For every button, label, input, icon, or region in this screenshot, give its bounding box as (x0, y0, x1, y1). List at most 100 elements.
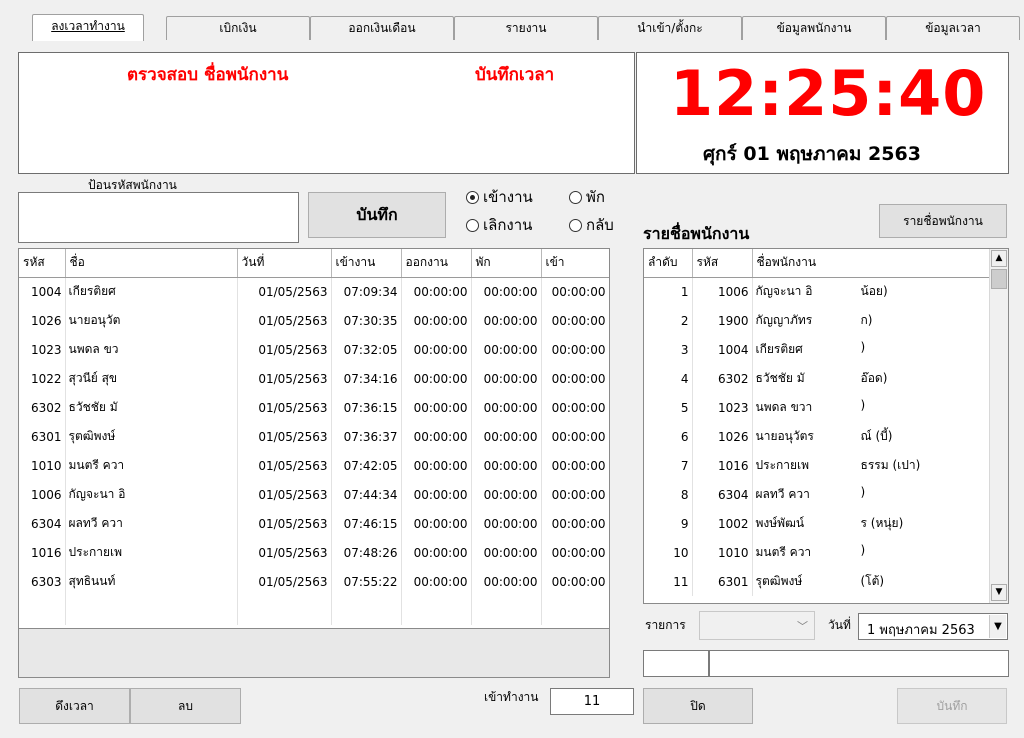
list-item[interactable]: 10 1010 มนตรี ควา) (644, 538, 990, 567)
radio-dot-icon (466, 190, 479, 204)
table-cell: 01/05/2563 (237, 335, 332, 364)
scroll-thumb[interactable] (991, 269, 1007, 289)
list-item[interactable]: 11 6301 รุตฒิพงษ์ (โต้) (644, 567, 990, 596)
tab-time-data[interactable]: ข้อมูลเวลา (886, 16, 1020, 40)
name-cell-nickname: ณ์ (บี้) (860, 429, 893, 443)
table-cell: 00:00:00 (401, 538, 472, 567)
table-cell: 01/05/2563 (237, 451, 332, 480)
list-item[interactable]: 6 1026 นายอนุวัตร ณ์ (บี้) (644, 422, 990, 451)
tab-report[interactable]: รายงาน (454, 16, 598, 40)
table-cell: 07:34:16 (331, 364, 402, 393)
work-count-label: เข้าทำงาน (484, 690, 539, 704)
name-cell-nickname: ) (860, 398, 866, 412)
employee-list-button[interactable]: รายชื่อพนักงาน (879, 204, 1007, 238)
close-button[interactable]: ปิด (643, 688, 753, 724)
date-picker[interactable]: 1 พฤษภาคม 2563 ▼ (858, 613, 1008, 640)
employee-list-grid[interactable]: ลำดับ รหัส ชื่อพนักงาน 1 1006 กัญจะนา อิ น้อย… (643, 248, 1009, 604)
employee-column-header[interactable]: ลำดับ (644, 249, 693, 278)
list-item[interactable]: 3 1004 เกียรติยศ) (644, 335, 990, 364)
attendance-column-header[interactable]: รหัส (19, 249, 66, 278)
item-select[interactable]: ﹀ (699, 611, 815, 640)
order-cell: 8 (644, 480, 693, 509)
table-cell (237, 596, 332, 625)
order-cell: 3 (644, 335, 693, 364)
table-row[interactable]: 1022 สุวนีย์ สุข 01/05/2563 07:34:16 00:00:0… (19, 364, 609, 393)
tab-payroll[interactable]: ออกเงินเดือน (310, 16, 454, 40)
radio-clock-out-label: เลิกงาน (483, 216, 533, 234)
attendance-column-header[interactable]: เข้างาน (331, 249, 402, 278)
name-cell-nickname: น้อย) (860, 284, 888, 299)
table-cell: 01/05/2563 (237, 538, 332, 567)
radio-return[interactable]: กลับ (569, 213, 614, 237)
list-item[interactable]: 5 1023 นพดล ขวา) (644, 393, 990, 422)
fetch-time-button[interactable]: ดึงเวลา (19, 688, 130, 724)
chevron-down-icon: ﹀ (797, 620, 808, 633)
list-item[interactable]: 7 1016 ประกายเพ ธรรม (เปา) (644, 451, 990, 480)
save-button[interactable]: บันทึก (897, 688, 1007, 724)
radio-dot-icon (569, 190, 582, 204)
table-cell (331, 596, 402, 625)
table-row[interactable]: 6303 สุทธินนท์ 01/05/2563 07:55:22 00:00:00 0… (19, 567, 609, 596)
list-item[interactable]: 8 6304 ผลทวี ควา) (644, 480, 990, 509)
name-display-field[interactable] (709, 650, 1009, 677)
table-row[interactable]: 1016 ประกายเพ 01/05/2563 07:48:26 00:00:00 00… (19, 538, 609, 567)
tab-employee-data[interactable]: ข้อมูลพนักงาน (742, 16, 886, 40)
tab-advance[interactable]: เบิกเงิน (166, 16, 310, 40)
delete-button[interactable]: ลบ (130, 688, 241, 724)
attendance-column-header[interactable]: ออกงาน (401, 249, 472, 278)
employee-list-scrollbar[interactable]: ▲ ▼ (989, 249, 1008, 603)
radio-clock-out[interactable]: เลิกงาน (466, 213, 532, 237)
name-cell-nickname: ร (หนุ่ย) (860, 516, 904, 530)
dropdown-arrow-icon[interactable]: ▼ (989, 615, 1006, 638)
list-item[interactable]: 2 1900 กัญญาภัทร ก) (644, 306, 990, 335)
employee-column-header[interactable]: ชื่อพนักงาน (752, 249, 990, 278)
scroll-up-icon[interactable]: ▲ (991, 250, 1007, 267)
table-cell: 1010 (19, 451, 66, 480)
table-cell: 01/05/2563 (237, 422, 332, 451)
attendance-grid[interactable]: รหัส ชื่อ วันที่ เข้างาน ออกงาน พัก เข้า 1004 เ… (19, 249, 609, 629)
radio-break[interactable]: พัก (569, 185, 605, 209)
table-row[interactable]: 1026 นายอนุวัต 01/05/2563 07:30:35 00:00:00 0… (19, 306, 609, 335)
attendance-column-header[interactable]: ชื่อ (65, 249, 238, 278)
list-item[interactable]: 4 6302 ธวัชชัย มั อ๊อด) (644, 364, 990, 393)
name-cell-first: นพดล ขวา (755, 400, 813, 414)
tab-time-entry[interactable]: ลงเวลาทำงาน (32, 14, 144, 41)
table-cell: 00:00:00 (471, 335, 542, 364)
table-cell: 07:55:22 (331, 567, 402, 596)
name-cell-first: รุตฒิพงษ์ (755, 574, 803, 588)
employee-code-input[interactable] (18, 192, 299, 243)
table-row[interactable]: 6302 ธวัชชัย มั 01/05/2563 07:36:15 00:00:00… (19, 393, 609, 422)
table-row[interactable]: 6304 ผลทวี ควา 01/05/2563 07:46:15 00:00:00 0… (19, 509, 609, 538)
list-item[interactable]: 9 1002 พงษ์พัฒน์ ร (หนุ่ย) (644, 509, 990, 538)
name-cell: มนตรี ควา) (752, 538, 990, 567)
radio-clock-in[interactable]: เข้างาน (466, 185, 533, 209)
name-cell: กัญจะนา อิ น้อย) (752, 277, 990, 306)
list-item[interactable]: 1 1006 กัญจะนา อิ น้อย) (644, 277, 990, 306)
table-cell: 01/05/2563 (237, 393, 332, 422)
table-cell: 00:00:00 (401, 364, 472, 393)
work-count-field: 11 (550, 688, 634, 715)
code-display-field[interactable] (643, 650, 709, 677)
record-time-title: บันทึกเวลา (475, 65, 555, 85)
table-row[interactable]: 1010 มนตรี ควา 01/05/2563 07:42:05 00:00:00 0… (19, 451, 609, 480)
table-cell (541, 596, 609, 625)
scroll-down-icon[interactable]: ▼ (991, 584, 1007, 601)
code-cell: 6301 (692, 567, 753, 596)
table-row[interactable]: 1004 เกียรติยศ 01/05/2563 07:09:34 00:00:00 0… (19, 277, 609, 306)
attendance-column-header[interactable]: พัก (471, 249, 542, 278)
table-row[interactable]: 1023 นพดล ขว 01/05/2563 07:32:05 00:00:00 00:… (19, 335, 609, 364)
save-entry-button[interactable]: บันทึก (308, 192, 446, 238)
table-cell: 00:00:00 (401, 480, 472, 509)
employee-column-header[interactable]: รหัส (692, 249, 753, 278)
table-cell (471, 596, 542, 625)
table-cell: นายอนุวัต (65, 306, 238, 335)
radio-dot-icon (466, 218, 479, 232)
table-cell: ประกายเพ (65, 538, 238, 567)
table-row[interactable]: 1006 กัญจะนา อิ 01/05/2563 07:44:34 00:00:00… (19, 480, 609, 509)
attendance-column-header[interactable]: วันที่ (237, 249, 332, 278)
table-cell: 1016 (19, 538, 66, 567)
tab-import-shift[interactable]: นำเข้า/ตั้งกะ (598, 16, 742, 40)
table-cell: 00:00:00 (541, 567, 609, 596)
table-row[interactable]: 6301 รุตฒิพงษ์ 01/05/2563 07:36:37 00:00:00 0… (19, 422, 609, 451)
attendance-column-header[interactable]: เข้า (541, 249, 609, 278)
